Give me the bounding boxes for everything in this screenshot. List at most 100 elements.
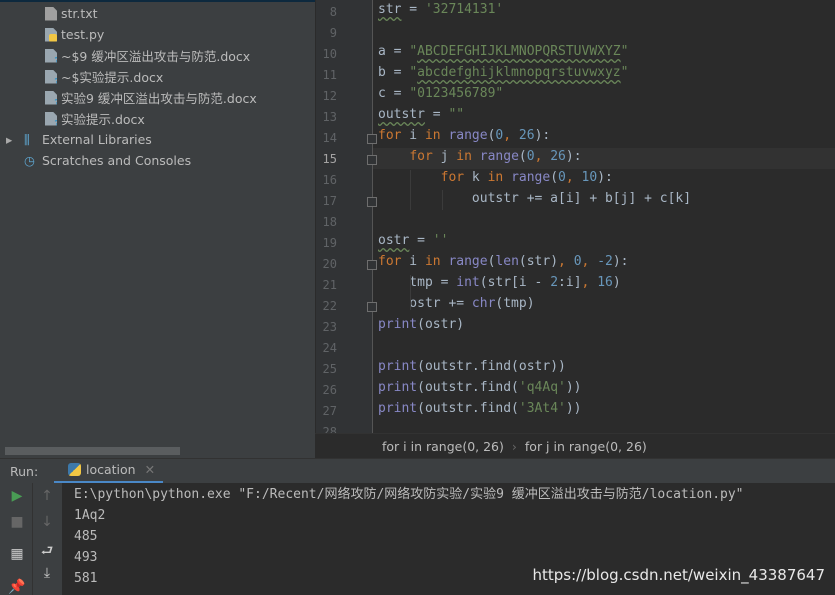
code-token: , <box>534 149 551 164</box>
code-token: (tmp) <box>495 296 535 311</box>
project-file-item[interactable]: 实验9 缓冲区溢出攻击与防范.docx <box>45 87 257 108</box>
arrow-down-icon[interactable]: ↓ <box>37 514 57 530</box>
project-horizontal-scrollbar[interactable] <box>5 447 180 455</box>
code-line[interactable]: for k in range(0, 10): <box>378 170 613 191</box>
code-line[interactable]: for j in range(0, 26): <box>378 149 582 170</box>
scratches-item[interactable]: ◷ Scratches and Consoles <box>6 150 191 171</box>
run-toolbar: Run: location ✕ <box>0 458 835 484</box>
arrow-up-icon[interactable]: ↑ <box>37 488 57 504</box>
project-panel: str.txt test.py ~$9 缓冲区溢出攻击与防范.docx ~$实验提示.… <box>0 0 315 458</box>
code-token: j <box>432 149 457 164</box>
breadcrumb-item[interactable]: for i in range(0, 26) <box>382 439 504 454</box>
code-line[interactable]: outstr = "" <box>378 107 464 128</box>
code-line[interactable]: c = "0123456789" <box>378 86 503 107</box>
code-line[interactable]: a = "ABCDEFGHIJKLMNOPQRSTUVWXYZ" <box>378 44 628 65</box>
code-token: (ostr) <box>417 317 465 332</box>
code-token: 'q4Aq' <box>518 380 566 395</box>
tab-location[interactable]: location ✕ <box>54 459 164 484</box>
project-file-item[interactable]: str.txt <box>45 3 98 24</box>
line-number: 8 <box>329 5 337 19</box>
code-token: for <box>440 170 465 185</box>
code-token: (str) <box>518 254 559 269</box>
code-token: 26 <box>550 149 566 164</box>
code-token: outstr <box>378 107 425 122</box>
line-number: 12 <box>322 89 337 103</box>
code-token: 2 <box>550 275 559 290</box>
project-file-item[interactable]: ~$实验提示.docx <box>45 66 163 87</box>
code-token: ): <box>565 149 582 164</box>
fold-marker-icon[interactable] <box>367 155 377 165</box>
line-number: 13 <box>322 110 337 124</box>
line-number: 10 <box>322 47 337 61</box>
run-side-toolbar: ▶ ■ ▦ 📌 <box>0 483 33 595</box>
code-token: in <box>424 128 441 143</box>
code-line[interactable]: print(outstr.find('q4Aq')) <box>378 380 582 401</box>
indent-guide <box>410 275 411 310</box>
code-token: " <box>409 65 418 80</box>
external-libraries-item[interactable]: ▸ ⫼ External Libraries <box>6 129 152 150</box>
code-token: ( <box>550 170 559 185</box>
code-token: ) <box>612 275 621 290</box>
code-token: len <box>495 254 519 269</box>
project-file-item[interactable]: test.py <box>45 24 104 45</box>
line-number: 23 <box>322 320 337 334</box>
code-token: print <box>378 401 418 416</box>
code-token: c = <box>378 86 410 101</box>
code-token: tmp = <box>378 275 457 290</box>
watermark: https://blog.csdn.net/weixin_43387647 <box>532 566 825 584</box>
code-token: in <box>456 149 472 164</box>
pin-icon[interactable]: 📌 <box>7 579 27 595</box>
line-number: 21 <box>322 278 337 292</box>
tab-label: location <box>86 462 136 477</box>
python-icon <box>68 463 81 476</box>
code-token: = <box>424 107 449 122</box>
chevron-right-icon: › <box>511 438 517 454</box>
code-line[interactable]: print(ostr) <box>378 317 464 338</box>
scroll-to-end-icon[interactable]: ⤓ <box>37 565 57 581</box>
rerun-icon[interactable]: ▶ <box>7 488 27 504</box>
code-token: ): <box>597 170 613 185</box>
code-token: (str[i - <box>479 275 551 290</box>
code-token: 26 <box>518 128 535 143</box>
scratches-icon: ◷ <box>24 153 35 168</box>
code-line[interactable]: str = '32714131' <box>378 2 503 23</box>
close-icon[interactable]: ✕ <box>145 462 155 477</box>
line-number: 19 <box>322 236 337 250</box>
code-token: (outstr.find(ostr)) <box>417 359 566 374</box>
fold-marker-icon[interactable] <box>367 134 377 144</box>
indent-guide <box>442 190 443 210</box>
line-number: 20 <box>322 257 337 271</box>
code-token: , <box>565 170 582 185</box>
code-line[interactable]: for i in range(0, 26): <box>378 128 550 149</box>
breadcrumb-item[interactable]: for j in range(0, 26) <box>525 439 647 454</box>
project-file-item[interactable]: 实验提示.docx <box>45 108 145 129</box>
line-number: 22 <box>322 299 337 313</box>
code-line[interactable]: tmp = int(str[i - 2:i], 16) <box>378 275 621 296</box>
soft-wrap-icon[interactable]: ⮐ <box>37 540 57 564</box>
code-line[interactable]: outstr += a[i] + b[j] + c[k] <box>378 191 691 212</box>
stop-icon[interactable]: ■ <box>7 514 27 530</box>
code-token: print <box>378 317 418 332</box>
code-line[interactable]: print(outstr.find(ostr)) <box>378 359 566 380</box>
fold-marker-icon[interactable] <box>367 197 377 207</box>
project-file-item[interactable]: ~$9 缓冲区溢出攻击与防范.docx <box>45 45 250 66</box>
line-number: 25 <box>322 362 337 376</box>
gutter-divider <box>372 0 373 433</box>
code-token: print <box>378 380 418 395</box>
expand-arrow-icon[interactable]: ▸ <box>6 132 24 147</box>
code-line[interactable]: ostr += chr(tmp) <box>378 296 535 317</box>
line-number: 9 <box>329 26 337 40</box>
code-line[interactable]: for i in range(len(str), 0, -2): <box>378 254 629 275</box>
layout-icon[interactable]: ▦ <box>7 546 27 562</box>
code-line[interactable]: b = "abcdefghijklmnopqrstuvwxyz" <box>378 65 628 86</box>
code-line[interactable]: print(outstr.find('3At4')) <box>378 401 582 422</box>
code-line[interactable]: ostr = '' <box>378 233 448 254</box>
code-token: , <box>581 254 598 269</box>
fold-marker-icon[interactable] <box>367 302 377 312</box>
fold-marker-icon[interactable] <box>367 260 377 270</box>
console-line: 1Aq2 <box>74 508 106 523</box>
unknown-file-icon <box>45 69 57 84</box>
code-token: "" <box>448 107 465 122</box>
